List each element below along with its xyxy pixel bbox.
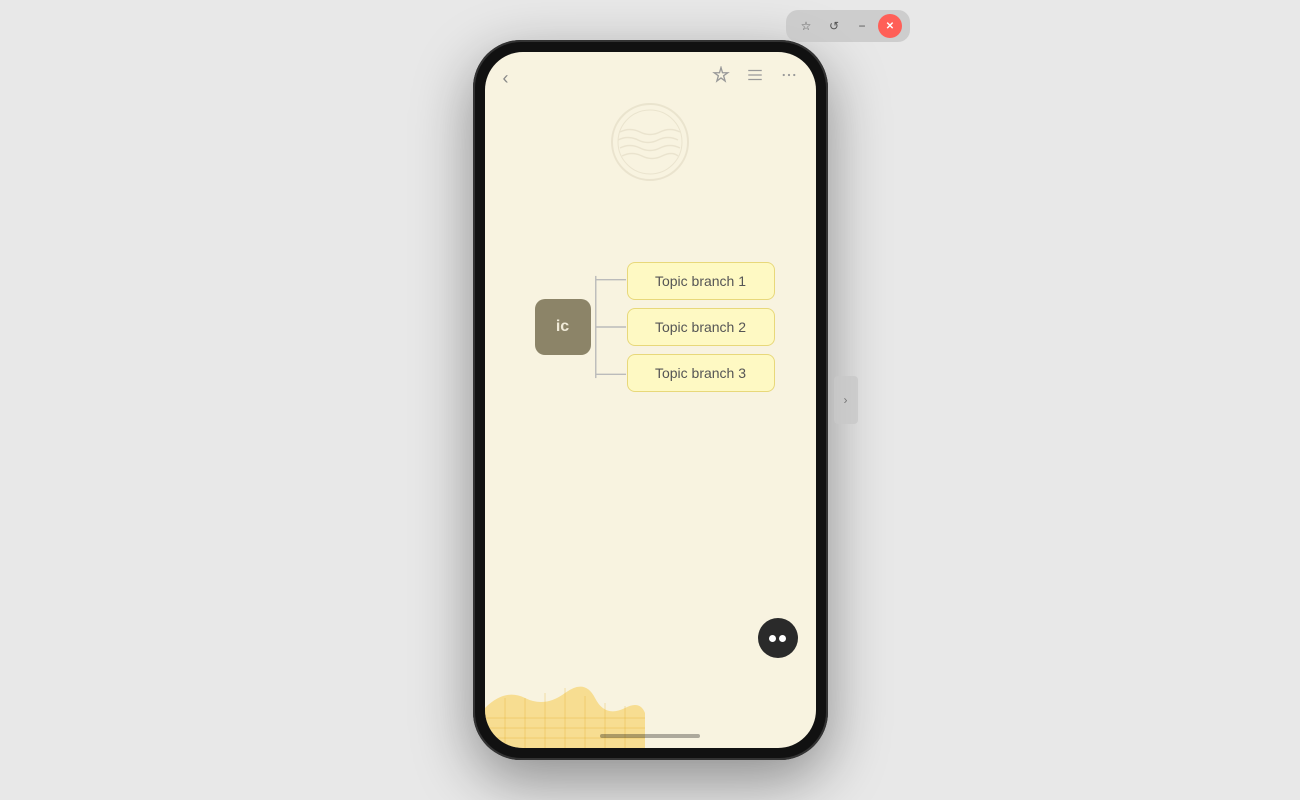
- restore-icon: ↺: [829, 19, 839, 33]
- root-node-label: ic: [556, 318, 569, 336]
- mindmap-container: ic: [535, 257, 775, 397]
- root-node[interactable]: ic: [535, 299, 591, 355]
- close-button[interactable]: ✕: [878, 14, 902, 38]
- ai-dot-right: [779, 635, 786, 642]
- topic-branch-1-label: Topic branch 1: [655, 273, 746, 289]
- list-header-icon[interactable]: [746, 66, 764, 89]
- restore-button[interactable]: ↺: [822, 14, 846, 38]
- topic-branch-1[interactable]: Topic branch 1: [627, 262, 775, 300]
- ai-dot-left: [769, 635, 776, 642]
- pin-header-icon[interactable]: [712, 66, 730, 89]
- pin-icon: ☆: [801, 19, 812, 33]
- home-bar: [600, 734, 700, 738]
- topic-branch-2[interactable]: Topic branch 2: [627, 308, 775, 346]
- more-header-icon[interactable]: [780, 66, 798, 89]
- window-chrome: ☆ ↺ − ✕: [786, 10, 910, 42]
- phone-frame: ‹: [473, 40, 828, 760]
- minimize-button[interactable]: −: [850, 14, 874, 38]
- topic-branch-3-label: Topic branch 3: [655, 365, 746, 381]
- topic-branch-3[interactable]: Topic branch 3: [627, 354, 775, 392]
- minimize-icon: −: [858, 19, 865, 33]
- ai-fab-icon: [769, 635, 786, 642]
- bottom-decoration: [485, 628, 645, 748]
- canvas-area: ic: [485, 97, 816, 748]
- panel-arrow-icon: ›: [844, 393, 848, 407]
- header-right: [712, 66, 798, 89]
- topic-branch-2-label: Topic branch 2: [655, 319, 746, 335]
- branch-connector: [591, 257, 627, 397]
- phone-screen: ‹: [485, 52, 816, 748]
- header-left: ‹: [503, 69, 509, 87]
- back-button[interactable]: ‹: [503, 69, 509, 87]
- app-header: ‹: [485, 52, 816, 97]
- ai-fab-button[interactable]: [758, 618, 798, 658]
- pin-button[interactable]: ☆: [794, 14, 818, 38]
- close-icon: ✕: [886, 21, 894, 32]
- panel-arrow-button[interactable]: ›: [834, 376, 858, 424]
- branches-list: Topic branch 1 Topic branch 2 Topic bran…: [627, 262, 775, 392]
